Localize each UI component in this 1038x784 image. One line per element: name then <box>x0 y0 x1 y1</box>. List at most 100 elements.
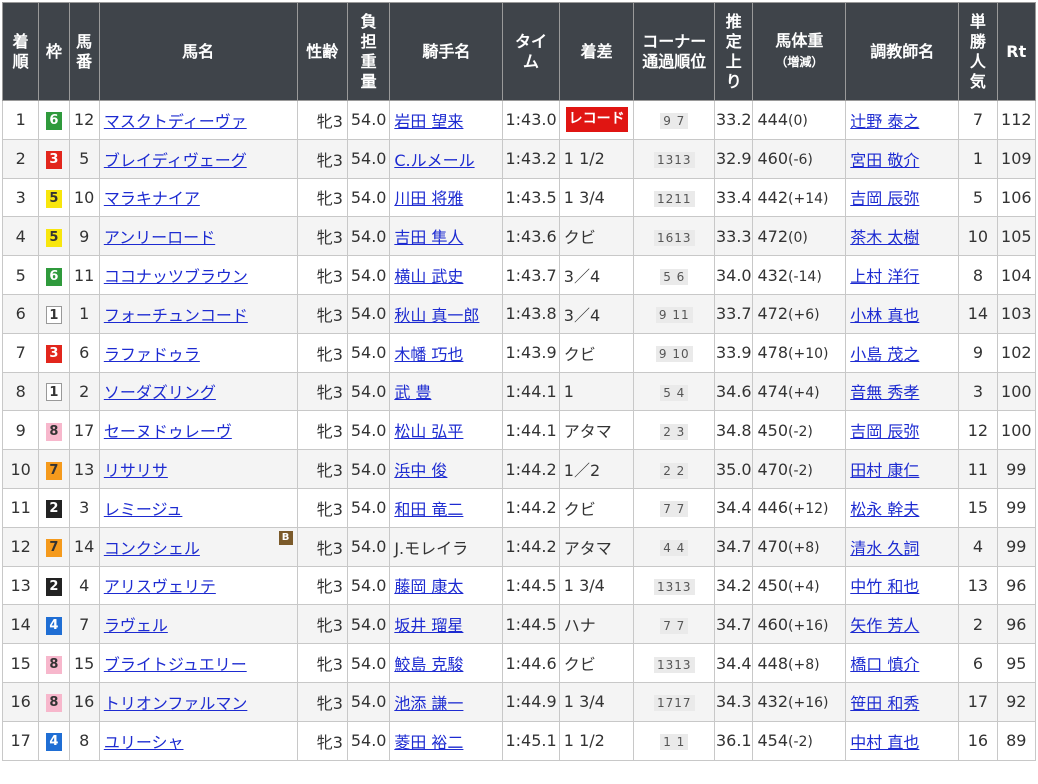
table-row: 12 7 14 コンクシェル B 牝3 54.0 J.モレイラ 1:44.2 アタマ 4 4 34.7… <box>1 526 1037 567</box>
trainer-link[interactable]: 中竹 和也 <box>850 577 919 596</box>
trainer-cell: 宮田 敬介 <box>845 138 960 179</box>
trainer-link[interactable]: 吉岡 辰弥 <box>850 422 919 441</box>
time-cell: 1:44.2 <box>502 449 560 489</box>
jockey-link[interactable]: 藤岡 康太 <box>394 577 463 596</box>
last3f-cell: 33.9 <box>714 332 754 373</box>
trainer-link[interactable]: 矢作 芳人 <box>850 616 919 635</box>
body-weight-change: (+4) <box>788 578 820 595</box>
trainer-link[interactable]: 中村 直也 <box>850 733 919 752</box>
trainer-link[interactable]: 田村 康仁 <box>850 461 919 480</box>
last3f-cell: 34.4 <box>714 643 754 683</box>
horse-name-link[interactable]: ココナッツブラウン <box>104 267 248 286</box>
jockey-link[interactable]: 木幡 巧也 <box>394 345 463 364</box>
waku-cell: 6 <box>38 255 70 295</box>
waku-cell: 3 <box>38 138 70 179</box>
horse-name-link[interactable]: コンクシェル <box>104 539 200 558</box>
jockey-cell: 坂井 瑠星 <box>389 604 504 645</box>
corner-cell: 5 6 <box>633 255 716 295</box>
jockey-link[interactable]: 池添 謙一 <box>394 694 463 713</box>
last3f-cell: 34.7 <box>714 604 754 645</box>
rating-cell: 104 <box>996 255 1037 295</box>
rank-cell: 7 <box>1 332 40 373</box>
horse-name-link[interactable]: アンリーロード <box>104 228 215 247</box>
jockey-link[interactable]: 松山 弘平 <box>394 422 463 441</box>
jockey-cell: 鮫島 克駿 <box>389 643 504 683</box>
horse-name-link[interactable]: アリスヴェリテ <box>104 577 216 596</box>
jockey-link[interactable]: 武 豊 <box>394 383 431 402</box>
time-cell: 1:44.2 <box>502 487 560 528</box>
jockey-link[interactable]: 坂井 瑠星 <box>394 616 463 635</box>
trainer-cell: 松永 幹夫 <box>845 487 960 528</box>
trainer-link[interactable]: 茶木 太樹 <box>850 228 919 247</box>
jockey-link[interactable]: C.ルメール <box>394 151 474 170</box>
horse-name-link[interactable]: リサリサ <box>104 461 168 480</box>
waku-badge: 6 <box>45 112 62 131</box>
trainer-link[interactable]: 宮田 敬介 <box>850 151 919 170</box>
horse-name-link[interactable]: ブレイディヴェーグ <box>104 151 247 170</box>
rating-cell: 103 <box>996 293 1037 334</box>
trainer-link[interactable]: 吉岡 辰弥 <box>850 189 919 208</box>
corner-cell: 1313 <box>633 565 716 606</box>
jockey-link[interactable]: 浜中 俊 <box>394 461 447 480</box>
table-header-row: 着順 枠 馬番 馬名 性齢 負担重量 騎手名 タイム 着差 コーナー 通過順位 推… <box>1 2 1037 101</box>
sex-age-cell: 牝3 <box>296 100 348 140</box>
horse-name-link[interactable]: レミージュ <box>104 500 183 519</box>
horse-name-cell: ブレイディヴェーグ <box>98 138 298 179</box>
body-weight-cell: 450(+4) <box>752 565 847 606</box>
corner-positions: 2 2 <box>660 462 689 479</box>
horse-name-link[interactable]: マラキナイア <box>104 189 200 208</box>
horse-name-link[interactable]: トリオンファルマン <box>104 694 248 713</box>
corner-positions: 1717 <box>654 695 695 712</box>
waku-badge: 8 <box>45 422 62 441</box>
body-weight-change: (+6) <box>788 307 820 324</box>
horse-name-cell: マラキナイア <box>98 177 298 218</box>
corner-positions: 1313 <box>654 578 695 595</box>
trainer-link[interactable]: 清水 久詞 <box>850 539 919 558</box>
horse-name-link[interactable]: ユリーシャ <box>104 733 184 752</box>
horse-name-link[interactable]: セーヌドゥレーヴ <box>104 422 232 441</box>
horse-number-cell: 3 <box>68 487 100 528</box>
jockey-link[interactable]: 岩田 望来 <box>394 112 463 131</box>
margin-cell: 1／2 <box>558 449 635 489</box>
time-cell: 1:44.6 <box>502 643 560 683</box>
popularity-cell: 8 <box>958 255 998 295</box>
horse-name-link[interactable]: ブライトジュエリー <box>104 655 247 674</box>
corner-positions: 1313 <box>654 656 695 673</box>
sex-age-cell: 牝3 <box>296 565 348 606</box>
body-weight: 460 <box>757 149 789 169</box>
trainer-link[interactable]: 小林 真也 <box>850 306 919 325</box>
weight-cell: 54.0 <box>346 487 391 528</box>
corner-positions: 9 10 <box>655 346 693 363</box>
horse-name-link[interactable]: マスクトディーヴァ <box>104 112 247 131</box>
horse-name-link[interactable]: フォーチュンコード <box>104 306 248 325</box>
header-horse-name: 馬名 <box>98 2 298 101</box>
rank-cell: 5 <box>1 255 40 295</box>
body-weight-change: (+12) <box>788 501 829 518</box>
weight-cell: 54.0 <box>346 410 391 451</box>
trainer-link[interactable]: 笹田 和秀 <box>850 694 919 713</box>
horse-number-cell: 11 <box>68 255 100 295</box>
popularity-cell: 9 <box>958 332 998 373</box>
trainer-link[interactable]: 上村 洋行 <box>850 267 919 286</box>
jockey-link[interactable]: 鮫島 克駿 <box>394 655 463 674</box>
trainer-link[interactable]: 橋口 慎介 <box>850 655 919 674</box>
table-row: 6 1 1 フォーチュンコード 牝3 54.0 秋山 真一郎 1:43.8 3／4 9 11 33.… <box>1 293 1037 334</box>
horse-name-link[interactable]: ソーダズリング <box>104 383 216 402</box>
waku-cell: 2 <box>38 565 70 606</box>
trainer-link[interactable]: 辻野 泰之 <box>850 112 919 131</box>
jockey-link[interactable]: 川田 将雅 <box>394 189 463 208</box>
body-weight: 472 <box>757 226 789 246</box>
jockey-link[interactable]: 秋山 真一郎 <box>394 306 479 325</box>
jockey-link[interactable]: 吉田 隼人 <box>394 228 463 247</box>
corner-cell: 2 3 <box>633 410 716 451</box>
weight-cell: 54.0 <box>346 138 391 179</box>
body-weight-cell: 472(0) <box>752 216 847 257</box>
jockey-link[interactable]: 横山 武史 <box>394 267 463 286</box>
jockey-link[interactable]: 菱田 裕二 <box>394 733 463 752</box>
trainer-link[interactable]: 松永 幹夫 <box>850 500 919 519</box>
jockey-link[interactable]: 和田 竜二 <box>394 500 463 519</box>
trainer-link[interactable]: 小島 茂之 <box>850 345 919 364</box>
trainer-link[interactable]: 音無 秀孝 <box>850 383 919 402</box>
horse-name-link[interactable]: ラヴェル <box>104 616 168 635</box>
horse-name-link[interactable]: ラファドゥラ <box>104 345 200 364</box>
